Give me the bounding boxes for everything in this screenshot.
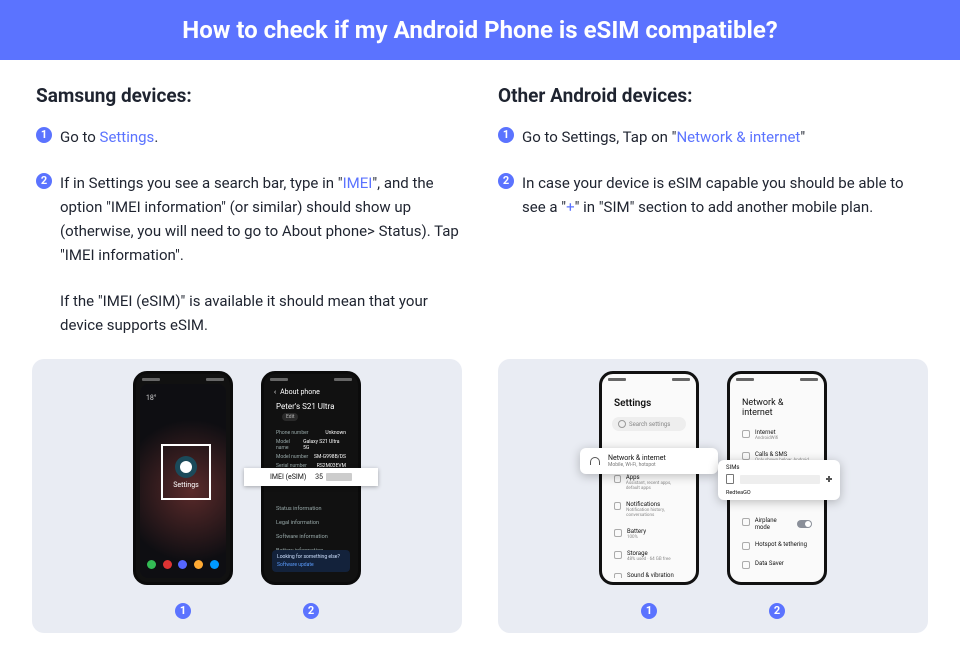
settings-menu: AppsAssistant, recent apps, default apps… <box>606 469 692 578</box>
storage-icon <box>614 551 622 559</box>
imei-esim-highlight: IMEI (eSIM) 35 <box>244 468 378 486</box>
android-network-phone: Network & internet InternetAndroidWifi C… <box>727 371 827 585</box>
sound-icon <box>614 573 622 578</box>
other-step-1: Go to Settings, Tap on "Network & intern… <box>498 125 924 149</box>
imei-link[interactable]: IMEI <box>343 174 373 192</box>
samsung-phone-home: 18° Settings <box>133 371 233 585</box>
instruction-columns: Samsung devices: Go to Settings. If in S… <box>0 60 960 359</box>
redacted-sim <box>740 475 820 484</box>
apps-icon <box>614 475 621 483</box>
device-name: Peter's S21 Ultra Edit <box>268 400 354 423</box>
caption-1: 1 <box>133 599 233 619</box>
sims-highlight: SIMs RedteaGO <box>718 460 840 500</box>
weather-widget: 18° <box>146 394 156 402</box>
notifications-icon <box>614 502 621 510</box>
samsung-phone-about: ‹ About phone Peter's S21 Ultra Edit Pho… <box>261 371 361 585</box>
other-gallery: Settings Search settings AppsAssistant, … <box>498 359 928 633</box>
caption-2: 2 <box>261 599 361 619</box>
page-title-banner: How to check if my Android Phone is eSIM… <box>0 0 960 60</box>
settings-app-highlight: Settings <box>161 444 211 500</box>
network-internet-highlight: Network & internet Mobile, Wi-Fi, hotspo… <box>580 448 718 474</box>
samsung-heading: Samsung devices: <box>36 84 462 107</box>
network-internet-title: Network & internet <box>734 384 820 424</box>
hotspot-icon <box>742 542 750 550</box>
datasaver-icon <box>742 561 750 569</box>
caption-1: 1 <box>599 599 699 619</box>
settings-title: Settings <box>606 384 692 415</box>
internet-icon <box>742 430 750 438</box>
other-step-2: In case your device is eSIM capable you … <box>498 171 924 219</box>
other-heading: Other Android devices: <box>498 84 924 107</box>
wifi-icon <box>590 457 600 465</box>
samsung-step-2-extra: If the "IMEI (eSIM)" is available it sho… <box>60 289 462 337</box>
edit-button: Edit <box>282 413 298 421</box>
android-settings-phone: Settings Search settings AppsAssistant, … <box>599 371 699 585</box>
samsung-step-1: Go to Settings. <box>36 125 462 149</box>
about-phone-header: ‹ About phone <box>268 384 354 400</box>
battery-icon <box>614 529 622 537</box>
plus-icon <box>826 476 832 482</box>
redacted-imei <box>326 473 352 481</box>
samsung-gallery: 18° Settings ‹ About phone <box>32 359 462 633</box>
search-settings-field: Search settings <box>612 417 686 431</box>
page-title: How to check if my Android Phone is eSIM… <box>182 16 777 44</box>
samsung-step-2: If in Settings you see a search bar, typ… <box>36 171 462 337</box>
airplane-toggle <box>797 520 812 528</box>
sim-icon <box>726 474 734 484</box>
settings-link[interactable]: Settings <box>100 128 155 146</box>
plus-link[interactable]: + <box>566 198 575 216</box>
chevron-left-icon: ‹ <box>274 388 276 396</box>
gear-icon <box>175 456 197 478</box>
screenshot-galleries: 18° Settings ‹ About phone <box>0 359 960 657</box>
other-column: Other Android devices: Go to Settings, T… <box>498 84 924 359</box>
other-steps: Go to Settings, Tap on "Network & intern… <box>498 125 924 219</box>
looking-for-card: Looking for something else? Software upd… <box>272 550 350 572</box>
caption-2: 2 <box>727 599 827 619</box>
settings-app-label: Settings <box>173 481 199 489</box>
airplane-icon <box>742 518 750 526</box>
samsung-column: Samsung devices: Go to Settings. If in S… <box>36 84 462 359</box>
calls-sms-icon <box>742 452 750 460</box>
network-internet-link[interactable]: Network & internet <box>676 128 800 146</box>
app-dock <box>144 560 222 574</box>
samsung-steps: Go to Settings. If in Settings you see a… <box>36 125 462 337</box>
